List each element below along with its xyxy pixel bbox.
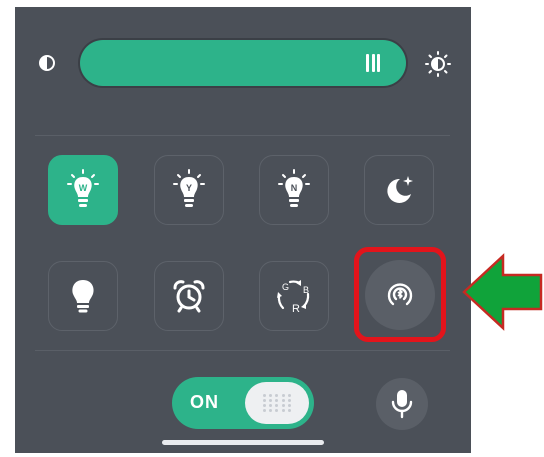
alarm-clock-icon: [173, 280, 205, 313]
arrow-pointer-icon: [461, 253, 544, 331]
home-indicator[interactable]: [162, 440, 324, 445]
bulb-y-icon: Y: [173, 169, 205, 207]
highlight-box: [354, 247, 446, 342]
slider-grip-icon[interactable]: [366, 54, 380, 72]
microphone-icon: [391, 390, 413, 419]
neutral-light-button[interactable]: N: [259, 155, 329, 225]
bulb-n-icon: N: [278, 169, 310, 207]
voice-button[interactable]: [376, 378, 428, 430]
yellow-light-button[interactable]: Y: [154, 155, 224, 225]
brightness-low-icon[interactable]: [36, 52, 58, 74]
toggle-knob[interactable]: [245, 382, 309, 424]
divider-top: [35, 135, 450, 136]
night-mode-button[interactable]: [364, 155, 434, 225]
brightness-high-icon[interactable]: [424, 50, 452, 78]
alarm-button[interactable]: [154, 261, 224, 331]
svg-text:W: W: [79, 183, 88, 193]
brightness-slider[interactable]: [80, 40, 406, 86]
rgb-cycle-button[interactable]: G B R: [259, 261, 329, 331]
svg-text:Y: Y: [186, 183, 192, 193]
rgb-cycle-icon: G B R: [277, 280, 310, 315]
divider-bottom: [35, 350, 450, 351]
svg-text:R: R: [292, 303, 300, 315]
svg-text:N: N: [291, 183, 298, 193]
svg-text:G: G: [282, 282, 289, 292]
bulb-w-icon: W: [67, 169, 99, 207]
power-toggle-label: ON: [190, 392, 219, 412]
moon-star-icon: [387, 176, 413, 203]
bulb-button[interactable]: [48, 261, 118, 331]
bulb-icon: [72, 280, 94, 313]
grip-dots-icon: [262, 393, 292, 413]
svg-text:B: B: [303, 285, 309, 295]
white-light-button[interactable]: W: [48, 155, 118, 225]
power-toggle[interactable]: ON: [172, 377, 314, 429]
